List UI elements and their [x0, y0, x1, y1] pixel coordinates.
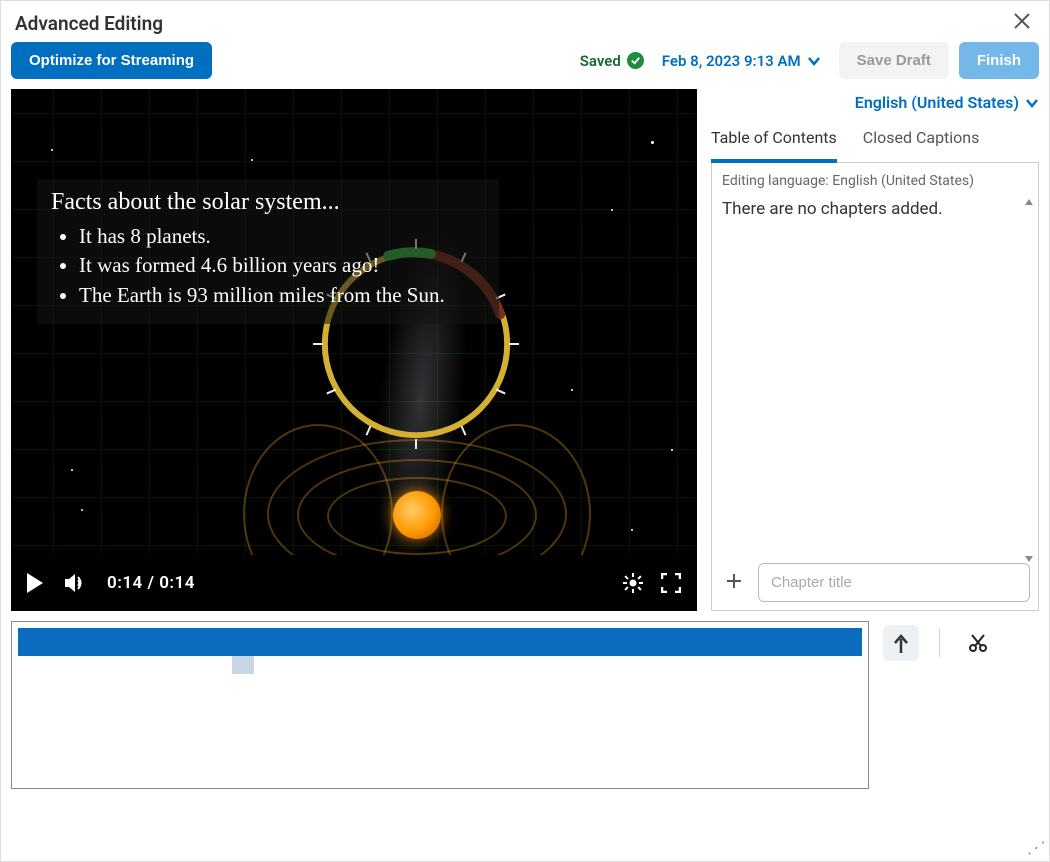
saved-label: Saved	[580, 52, 621, 70]
language-label: English (United States)	[855, 93, 1019, 112]
add-chapter-button[interactable]	[720, 570, 748, 595]
optimize-button[interactable]: Optimize for Streaming	[11, 42, 212, 79]
seek-tool-button[interactable]	[883, 625, 919, 661]
chevron-down-icon	[807, 54, 821, 68]
check-icon	[627, 52, 644, 69]
version-date-dropdown[interactable]: Feb 8, 2023 9:13 AM	[654, 52, 829, 70]
timeline[interactable]	[11, 621, 869, 789]
tabs: Table of Contents Closed Captions	[711, 128, 1039, 163]
page-title: Advanced Editing	[15, 12, 163, 35]
video-sun	[393, 491, 441, 539]
cut-tool-button[interactable]	[960, 625, 996, 661]
toc-panel: Editing language: English (United States…	[711, 163, 1039, 611]
close-icon[interactable]	[1009, 11, 1035, 36]
version-date-label: Feb 8, 2023 9:13 AM	[662, 52, 801, 70]
editing-language-note: Editing language: English (United States…	[720, 171, 1030, 199]
timeline-cursor[interactable]	[232, 656, 254, 674]
settings-icon[interactable]	[623, 573, 643, 593]
caption-bullet: The Earth is 93 million miles from the S…	[79, 281, 485, 310]
caption-overlay: Facts about the solar system... It has 8…	[37, 179, 499, 324]
video-time: 0:14 / 0:14	[107, 573, 195, 593]
tab-toc[interactable]: Table of Contents	[711, 128, 837, 163]
volume-icon[interactable]	[65, 573, 87, 593]
tab-closed-captions[interactable]: Closed Captions	[863, 128, 980, 162]
save-draft-button: Save Draft	[839, 42, 949, 79]
video-controls: 0:14 / 0:14	[11, 555, 697, 611]
time-total: 0:14	[159, 573, 195, 593]
time-current: 0:14	[107, 573, 143, 593]
no-chapters-msg: There are no chapters added.	[720, 199, 1030, 219]
fullscreen-icon[interactable]	[661, 573, 681, 593]
video-player[interactable]: Facts about the solar system... It has 8…	[11, 89, 697, 611]
play-icon[interactable]	[27, 573, 45, 593]
timeline-tools	[883, 621, 996, 661]
scrollbar[interactable]	[1022, 199, 1036, 562]
language-dropdown[interactable]: English (United States)	[711, 89, 1039, 128]
caption-bullet: It was formed 4.6 billion years ago!	[79, 251, 485, 280]
finish-button[interactable]: Finish	[959, 42, 1039, 79]
chapter-title-input[interactable]	[758, 563, 1030, 602]
chevron-down-icon	[1025, 96, 1039, 110]
resize-grip-icon[interactable]: ⋰	[1027, 838, 1043, 857]
saved-status: Saved	[580, 52, 644, 70]
caption-bullet: It has 8 planets.	[79, 222, 485, 251]
tool-separator	[939, 629, 940, 657]
timeline-track[interactable]	[18, 628, 862, 656]
caption-title: Facts about the solar system...	[51, 189, 485, 216]
